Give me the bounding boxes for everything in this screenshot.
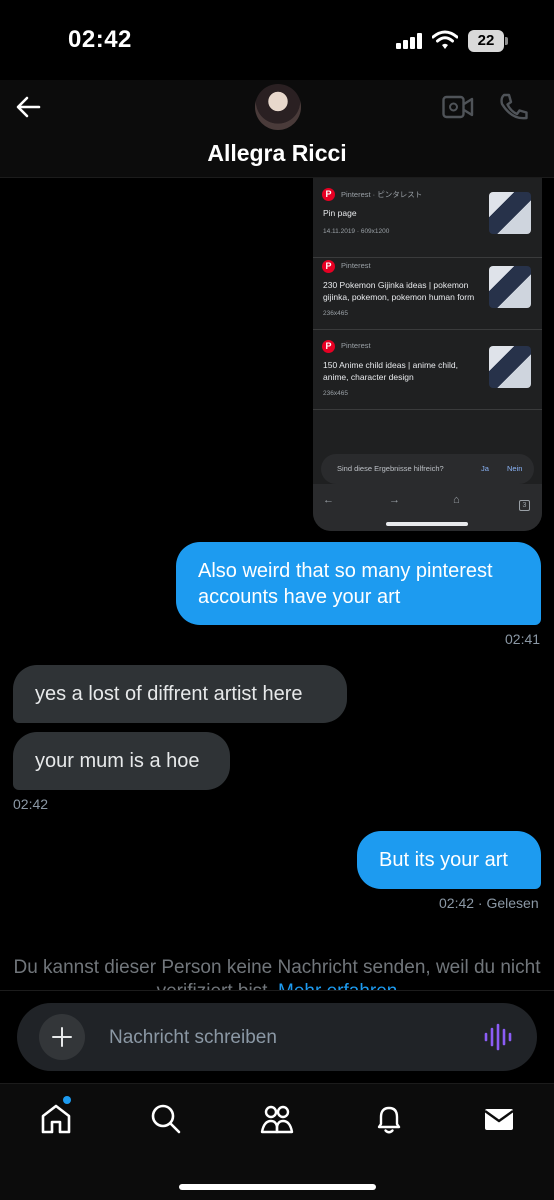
- back-arrow-icon: ←: [323, 494, 334, 506]
- tabs-count-icon: 3: [519, 500, 530, 511]
- result-title: Pin page: [323, 208, 357, 218]
- communities-icon[interactable]: [260, 1102, 294, 1136]
- search-icon[interactable]: [149, 1102, 183, 1136]
- search-result-item: P Pinterest 150 Anime child ideas | anim…: [313, 330, 542, 410]
- status-time: 02:42: [68, 26, 132, 53]
- feedback-pill: Sind diese Ergebnisse hilfreich? Ja Nein: [321, 454, 534, 484]
- pinterest-logo-icon: P: [322, 260, 335, 273]
- result-title: 150 Anime child ideas | anime child, ani…: [323, 360, 458, 382]
- forward-arrow-icon: →: [389, 494, 400, 506]
- result-meta: 236x465: [323, 310, 348, 317]
- message-text: Also weird that so many pinterest accoun…: [198, 559, 493, 608]
- message-text: But its your art: [379, 849, 508, 871]
- result-thumbnail: [489, 266, 531, 308]
- result-meta: 236x465: [323, 390, 348, 397]
- conversation-header: Allegra Ricci: [0, 80, 554, 178]
- learn-more-link[interactable]: Mehr erfahren: [278, 981, 397, 990]
- status-bar: 02:42 22: [0, 0, 554, 80]
- message-text: yes a lost of diffrent artist here: [35, 683, 303, 705]
- mail-icon[interactable]: [482, 1102, 516, 1136]
- contact-name[interactable]: Allegra Ricci: [0, 140, 554, 167]
- message-bubble-outgoing[interactable]: Also weird that so many pinterest accoun…: [176, 542, 541, 625]
- browser-toolbar: ← → ⌂ 3: [313, 484, 542, 531]
- wifi-icon: [432, 30, 458, 49]
- home-indicator: [386, 522, 468, 526]
- feedback-no: Nein: [507, 464, 523, 473]
- message-timestamp: 02:42 · Gelesen: [439, 895, 539, 911]
- message-composer: [17, 1003, 537, 1071]
- bottom-navigation: [0, 1083, 554, 1200]
- plus-icon[interactable]: [39, 1014, 85, 1060]
- search-result-item: P Pinterest · ピンタレスト Pin page 14.11.2019…: [313, 178, 542, 258]
- avatar[interactable]: [255, 84, 301, 130]
- feedback-question: Sind diese Ergebnisse hilfreich?: [337, 464, 444, 473]
- pinterest-logo-icon: P: [322, 340, 335, 353]
- video-camera-icon[interactable]: [442, 94, 474, 120]
- home-icon: ⌂: [453, 494, 460, 506]
- home-icon[interactable]: [39, 1102, 73, 1136]
- message-bubble-incoming[interactable]: your mum is a hoe: [13, 732, 230, 790]
- bell-icon[interactable]: [372, 1102, 406, 1136]
- shared-screenshot-image[interactable]: P Pinterest · ピンタレスト Pin page 14.11.2019…: [313, 178, 542, 531]
- result-meta: 14.11.2019 · 609x1200: [323, 228, 390, 235]
- message-bubble-incoming[interactable]: yes a lost of diffrent artist here: [13, 665, 347, 723]
- phone-icon[interactable]: [498, 92, 530, 122]
- result-source: Pinterest: [341, 261, 371, 270]
- cellular-signal-icon: [396, 33, 424, 49]
- home-indicator: [179, 1184, 376, 1190]
- feedback-yes: Ja: [481, 464, 489, 473]
- voice-waveform-icon[interactable]: [483, 1023, 513, 1051]
- battery-level: 22: [468, 30, 504, 52]
- result-thumbnail: [489, 346, 531, 388]
- pinterest-logo-icon: P: [322, 188, 335, 201]
- result-source: Pinterest: [341, 341, 371, 350]
- result-thumbnail: [489, 192, 531, 234]
- message-bubble-outgoing[interactable]: But its your art: [357, 831, 541, 889]
- notification-dot: [63, 1096, 71, 1104]
- verification-notice: Du kannst dieser Person keine Nachricht …: [0, 956, 554, 990]
- result-title: 230 Pokemon Gijinka ideas | pokemon giji…: [323, 280, 475, 302]
- divider: [0, 990, 554, 991]
- battery-icon: 22: [468, 30, 508, 52]
- message-text: your mum is a hoe: [35, 750, 200, 772]
- message-timestamp: 02:41: [505, 631, 541, 647]
- result-source: Pinterest · ピンタレスト: [341, 190, 423, 199]
- message-input[interactable]: [109, 1025, 469, 1051]
- back-arrow-icon[interactable]: [12, 90, 46, 124]
- search-result-item: P Pinterest 230 Pokemon Gijinka ideas | …: [313, 250, 542, 330]
- notice-text: Du kannst dieser Person keine Nachricht …: [13, 957, 541, 990]
- message-timestamp: 02:42: [13, 796, 49, 812]
